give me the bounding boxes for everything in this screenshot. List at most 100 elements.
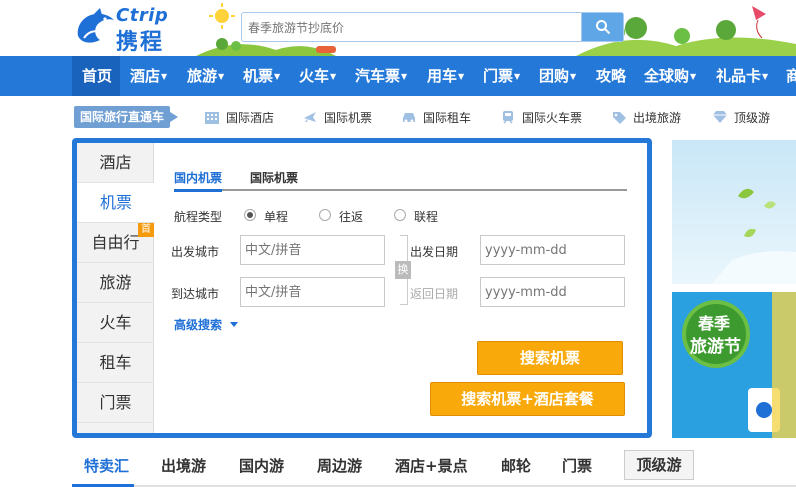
product-category-tabs: 特卖汇 出境游 国内游 周边游 酒店+景点 邮轮 门票 顶级游	[72, 448, 796, 487]
nav-item-train[interactable]: 火车▼	[299, 56, 336, 96]
side-tab-label: 自由行	[91, 233, 140, 252]
nav-item-bus[interactable]: 汽车票▼	[355, 56, 407, 96]
tab-tickets[interactable]: 门票	[562, 448, 592, 484]
radio-multi-city-label: 联程	[414, 210, 439, 224]
quick-link-label: 国际租车	[423, 111, 472, 125]
nav-label: 团购	[539, 67, 570, 85]
caret-down-icon: ▼	[330, 72, 337, 81]
advanced-search-label: 高级搜索	[174, 318, 223, 332]
quick-link-intl-flights[interactable]: 国际机票	[302, 108, 372, 128]
logo-zh-text: 携程	[116, 30, 165, 55]
side-tab-label: 机票	[99, 193, 132, 212]
first-badge: 首	[138, 223, 154, 237]
side-tab-label: 酒店	[99, 153, 132, 172]
nav-label: 机票	[243, 67, 274, 85]
nav-label: 用车	[427, 67, 458, 85]
tab-cruise[interactable]: 邮轮	[501, 448, 531, 484]
advanced-search-toggle[interactable]: 高级搜索	[174, 316, 239, 333]
side-tab-travel[interactable]: 旅游	[77, 263, 154, 303]
logo-en-text: Ctrip	[116, 5, 169, 26]
trip-type-label: 航程类型	[174, 210, 223, 224]
quick-link-intl-hotel[interactable]: 国际酒店	[204, 108, 274, 128]
depart-date-label: 出发日期	[410, 245, 459, 259]
side-tab-label: 旅游	[99, 273, 132, 292]
depart-city-input[interactable]	[240, 235, 385, 265]
plane-icon	[304, 112, 316, 122]
quick-link-label: 出境旅游	[633, 111, 682, 125]
nav-label: 攻略	[596, 67, 627, 85]
nav-item-travel[interactable]: 旅游▼	[187, 56, 224, 96]
search-box	[241, 12, 624, 42]
side-tab-label: 租车	[99, 353, 132, 372]
side-tab-train[interactable]: 火车	[77, 303, 154, 343]
radio-round-trip-label: 往返	[339, 210, 364, 224]
international-quickbar: 国际旅行直通车 国际酒店 国际机票 国际租车 国际火车票 出境旅游 顶级游	[0, 96, 796, 140]
tab-hotel-attractions[interactable]: 酒店+景点	[395, 448, 468, 484]
tab-domestic-tours[interactable]: 国内游	[239, 448, 284, 484]
caret-down-icon: ▼	[401, 72, 408, 81]
promo-banner-spring-festival[interactable]: 春季 旅游节	[672, 292, 796, 438]
tab-nearby-tours[interactable]: 周边游	[317, 448, 362, 484]
side-tab-tickets[interactable]: 门票	[77, 383, 154, 423]
nav-item-car[interactable]: 用车▼	[427, 56, 464, 96]
booking-side-tabs: 酒店 机票 自由行首 旅游 火车 租车 门票	[77, 143, 155, 433]
quick-link-label: 顶级游	[734, 111, 771, 125]
quick-link-label: 国际酒店	[226, 111, 275, 125]
swap-button[interactable]: 换	[395, 261, 411, 279]
nav-label: 汽车票	[355, 67, 401, 85]
header: Ctrip 携程	[0, 0, 796, 56]
nav-label: 礼品卡	[716, 67, 762, 85]
search-input[interactable]	[248, 19, 578, 37]
side-tab-car-rental[interactable]: 租车	[77, 343, 154, 383]
ctrip-homepage: Ctrip 携程 春季旅游节抄底价 首页 酒店▼ 旅游▼ 机票▼ 火车▼ 汽车票…	[0, 0, 796, 487]
ctrip-logo[interactable]: Ctrip 携程	[72, 4, 196, 55]
side-tab-flights[interactable]: 机票	[77, 183, 155, 223]
arrive-city-input[interactable]	[240, 277, 385, 307]
return-date-input[interactable]	[480, 277, 625, 307]
caret-down-icon: ▼	[218, 72, 225, 81]
caret-down-icon: ▼	[514, 72, 521, 81]
radio-round-trip[interactable]	[319, 209, 331, 221]
nav-item-guides[interactable]: 攻略	[596, 56, 626, 96]
dolphin-logo-icon	[77, 8, 114, 43]
quick-link-luxury-travel[interactable]: 顶级游	[712, 108, 770, 128]
tab-international-flights[interactable]: 国际机票	[250, 169, 298, 186]
nav-item-group-buy[interactable]: 团购▼	[539, 56, 576, 96]
tag-icon	[613, 112, 626, 124]
tab-domestic-flights[interactable]: 国内机票	[174, 169, 223, 192]
depart-date-input[interactable]	[480, 235, 625, 265]
nav-item-gift-card[interactable]: 礼品卡▼	[716, 56, 768, 96]
caret-down-icon: ▼	[762, 72, 769, 81]
quick-link-label: 国际火车票	[522, 111, 583, 125]
radio-multi-city[interactable]	[394, 209, 406, 221]
caret-down-icon: ▼	[690, 72, 697, 81]
caret-down-icon: ▼	[570, 72, 577, 81]
tab-luxury-tours[interactable]: 顶级游	[624, 450, 694, 480]
nav-label: 全球购	[644, 67, 690, 85]
tab-flash-sale[interactable]: 特卖汇	[84, 448, 129, 484]
search-icon	[595, 20, 610, 35]
promo-banner-sky[interactable]	[672, 140, 796, 284]
caret-down-icon: ▼	[161, 72, 168, 81]
radio-one-way[interactable]	[244, 209, 256, 221]
spring-festival-badge-icon	[672, 292, 796, 438]
quick-link-intl-car-rental[interactable]: 国际租车	[401, 108, 471, 128]
nav-item-hotel[interactable]: 酒店▼	[130, 56, 167, 96]
nav-label: 旅游	[187, 67, 218, 85]
nav-item-flights[interactable]: 机票▼	[243, 56, 280, 96]
arrive-city-label: 到达城市	[171, 287, 220, 301]
nav-item-tickets[interactable]: 门票▼	[483, 56, 520, 96]
quick-link-intl-train[interactable]: 国际火车票	[500, 108, 582, 128]
tab-outbound-tours[interactable]: 出境游	[161, 448, 206, 484]
triangle-down-icon	[230, 322, 239, 327]
search-flights-button[interactable]: 搜索机票	[477, 341, 623, 375]
nav-item-global-shop[interactable]: 全球购▼	[644, 56, 696, 96]
search-flight-hotel-button[interactable]: 搜索机票+酒店套餐	[430, 382, 625, 416]
quick-link-outbound-travel[interactable]: 出境旅游	[611, 108, 681, 128]
search-button[interactable]	[581, 13, 623, 41]
nav-item-home[interactable]: 首页	[72, 56, 120, 96]
nav-item-business[interactable]: 商	[786, 56, 796, 96]
side-tab-hotel[interactable]: 酒店	[77, 143, 154, 183]
flight-sub-tabs: 国内机票 国际机票	[174, 165, 627, 192]
side-tab-free-travel[interactable]: 自由行首	[77, 223, 154, 263]
